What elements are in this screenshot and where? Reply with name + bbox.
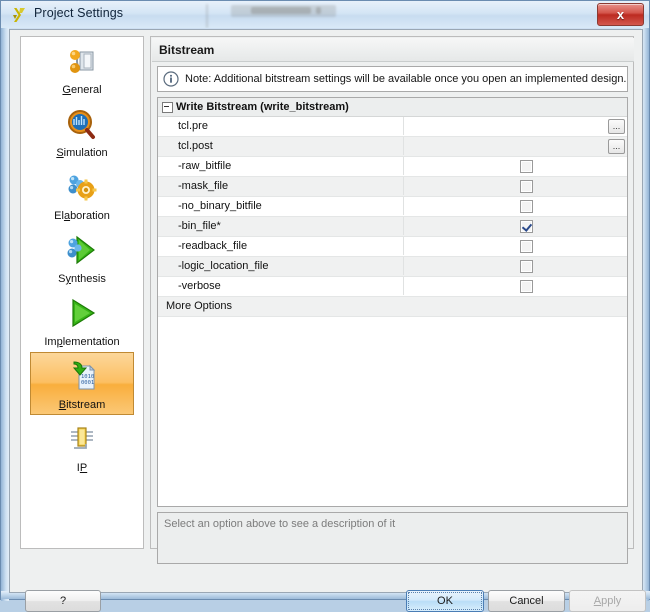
sidebar-item-synthesis[interactable]: Synthesis (30, 226, 134, 289)
background-window-edge (206, 4, 208, 28)
bitstream-file-download-icon: 1010 0001 (72, 361, 96, 390)
table-row[interactable]: -readback_file (158, 237, 627, 257)
collapse-group-icon[interactable] (162, 102, 173, 113)
property-name: -verbose (178, 280, 221, 292)
property-name: -bin_file* (178, 220, 221, 232)
page-title: Bitstream (152, 38, 634, 62)
properties-grid[interactable]: Write Bitstream (write_bitstream) tcl.pr… (157, 97, 628, 507)
checkbox-verbose[interactable] (520, 280, 533, 293)
xilinx-vivado-logo-icon (13, 8, 25, 22)
cancel-button[interactable]: Cancel (488, 590, 565, 612)
table-row[interactable]: -mask_file (158, 177, 627, 197)
sidebar-item-label: Bitstream (58, 399, 106, 411)
property-value-cell[interactable]: ... (403, 137, 627, 155)
general-gear-icon (70, 50, 94, 73)
sidebar-item-label: Elaboration (54, 210, 110, 222)
apply-button[interactable]: Apply (569, 590, 646, 612)
sidebar-item-label: Implementation (44, 336, 120, 348)
sidebar-item-label: Synthesis (58, 273, 106, 285)
synthesis-green-arrow-molecule-icon (67, 235, 95, 265)
sidebar-item-implementation[interactable]: Implementation (30, 289, 134, 352)
property-name: -mask_file (178, 180, 229, 192)
focus-indicator (408, 592, 482, 610)
svg-text:0001: 0001 (81, 380, 94, 386)
note-text: Note: Additional bitstream settings will… (185, 73, 627, 85)
close-button[interactable]: x (597, 3, 644, 26)
checkbox-no-binary-bitfile[interactable] (520, 200, 533, 213)
property-value-cell[interactable] (403, 217, 627, 235)
property-value-cell[interactable] (403, 177, 627, 195)
settings-detail-panel: Bitstream Note: Additional bitstream set… (150, 36, 634, 564)
elaboration-gear-molecule-icon (68, 175, 97, 201)
property-name: tcl.post (178, 140, 213, 152)
property-value-cell[interactable] (403, 237, 627, 255)
note-banner: Note: Additional bitstream settings will… (157, 66, 628, 92)
property-value-cell[interactable] (403, 257, 627, 275)
more-options-label: More Options (166, 300, 233, 312)
table-row[interactable]: -bin_file* (158, 217, 627, 237)
checkbox-logic-location-file[interactable] (520, 260, 533, 273)
window-title: Project Settings (34, 6, 124, 20)
apply-button-label-rest: pply (601, 595, 622, 607)
window-frame-left (1, 28, 9, 601)
sidebar-item-general[interactable]: General (30, 37, 134, 100)
table-row[interactable]: -raw_bitfile (158, 157, 627, 177)
apply-mnemonic: A (593, 595, 602, 607)
property-value-cell[interactable]: ... (403, 117, 627, 135)
sidebar-item-label: General (62, 84, 102, 96)
help-button[interactable]: ? (25, 590, 101, 612)
table-row[interactable]: tcl.pre ... (158, 117, 627, 137)
sidebar-item-label: Simulation (56, 147, 108, 159)
checkbox-bin-file[interactable] (520, 220, 533, 233)
checkbox-raw-bitfile[interactable] (520, 160, 533, 173)
project-settings-window: Project Settings x General Simulation El… (0, 0, 650, 612)
table-row[interactable]: -verbose (158, 277, 627, 297)
description-panel: Select an option above to see a descript… (157, 512, 628, 564)
close-icon: x (616, 7, 625, 22)
title-bar[interactable]: Project Settings x (1, 1, 649, 28)
property-name: -raw_bitfile (178, 160, 232, 172)
checkbox-mask-file[interactable] (520, 180, 533, 193)
sidebar-item-ip[interactable]: IP (30, 415, 134, 478)
sidebar-item-label: IP (76, 462, 88, 474)
ip-chip-icon (71, 427, 93, 449)
sidebar-item-elaboration[interactable]: Elaboration (30, 163, 134, 226)
table-row-more-options[interactable]: More Options (158, 297, 627, 317)
table-row[interactable]: -logic_location_file (158, 257, 627, 277)
table-row[interactable]: tcl.post ... (158, 137, 627, 157)
background-window-text (251, 7, 311, 14)
sidebar-item-bitstream[interactable]: 1010 0001 Bitstream (30, 352, 134, 415)
property-name: -no_binary_bitfile (178, 200, 262, 212)
browse-button[interactable]: ... (608, 139, 625, 154)
simulation-waveform-magnifier-icon (68, 110, 95, 139)
background-window-mark (316, 7, 321, 14)
dialog-client-area: General Simulation Elaboration Synthesis… (9, 29, 646, 612)
table-row[interactable]: -no_binary_bitfile (158, 197, 627, 217)
property-name: tcl.pre (178, 120, 208, 132)
property-value-cell[interactable] (403, 277, 627, 295)
ok-button[interactable]: OK (406, 590, 484, 612)
implementation-green-arrow-icon (72, 298, 96, 328)
property-group-label: Write Bitstream (write_bitstream) (176, 101, 349, 113)
info-icon (163, 71, 179, 87)
property-value-cell[interactable] (403, 157, 627, 175)
browse-button[interactable]: ... (608, 119, 625, 134)
settings-category-list[interactable]: General Simulation Elaboration Synthesis… (20, 36, 144, 549)
sidebar-item-simulation[interactable]: Simulation (30, 100, 134, 163)
property-name: -readback_file (178, 240, 248, 252)
checkbox-readback-file[interactable] (520, 240, 533, 253)
property-value-cell[interactable] (403, 197, 627, 215)
property-name: -logic_location_file (178, 260, 269, 272)
property-group-header[interactable]: Write Bitstream (write_bitstream) (158, 98, 627, 117)
